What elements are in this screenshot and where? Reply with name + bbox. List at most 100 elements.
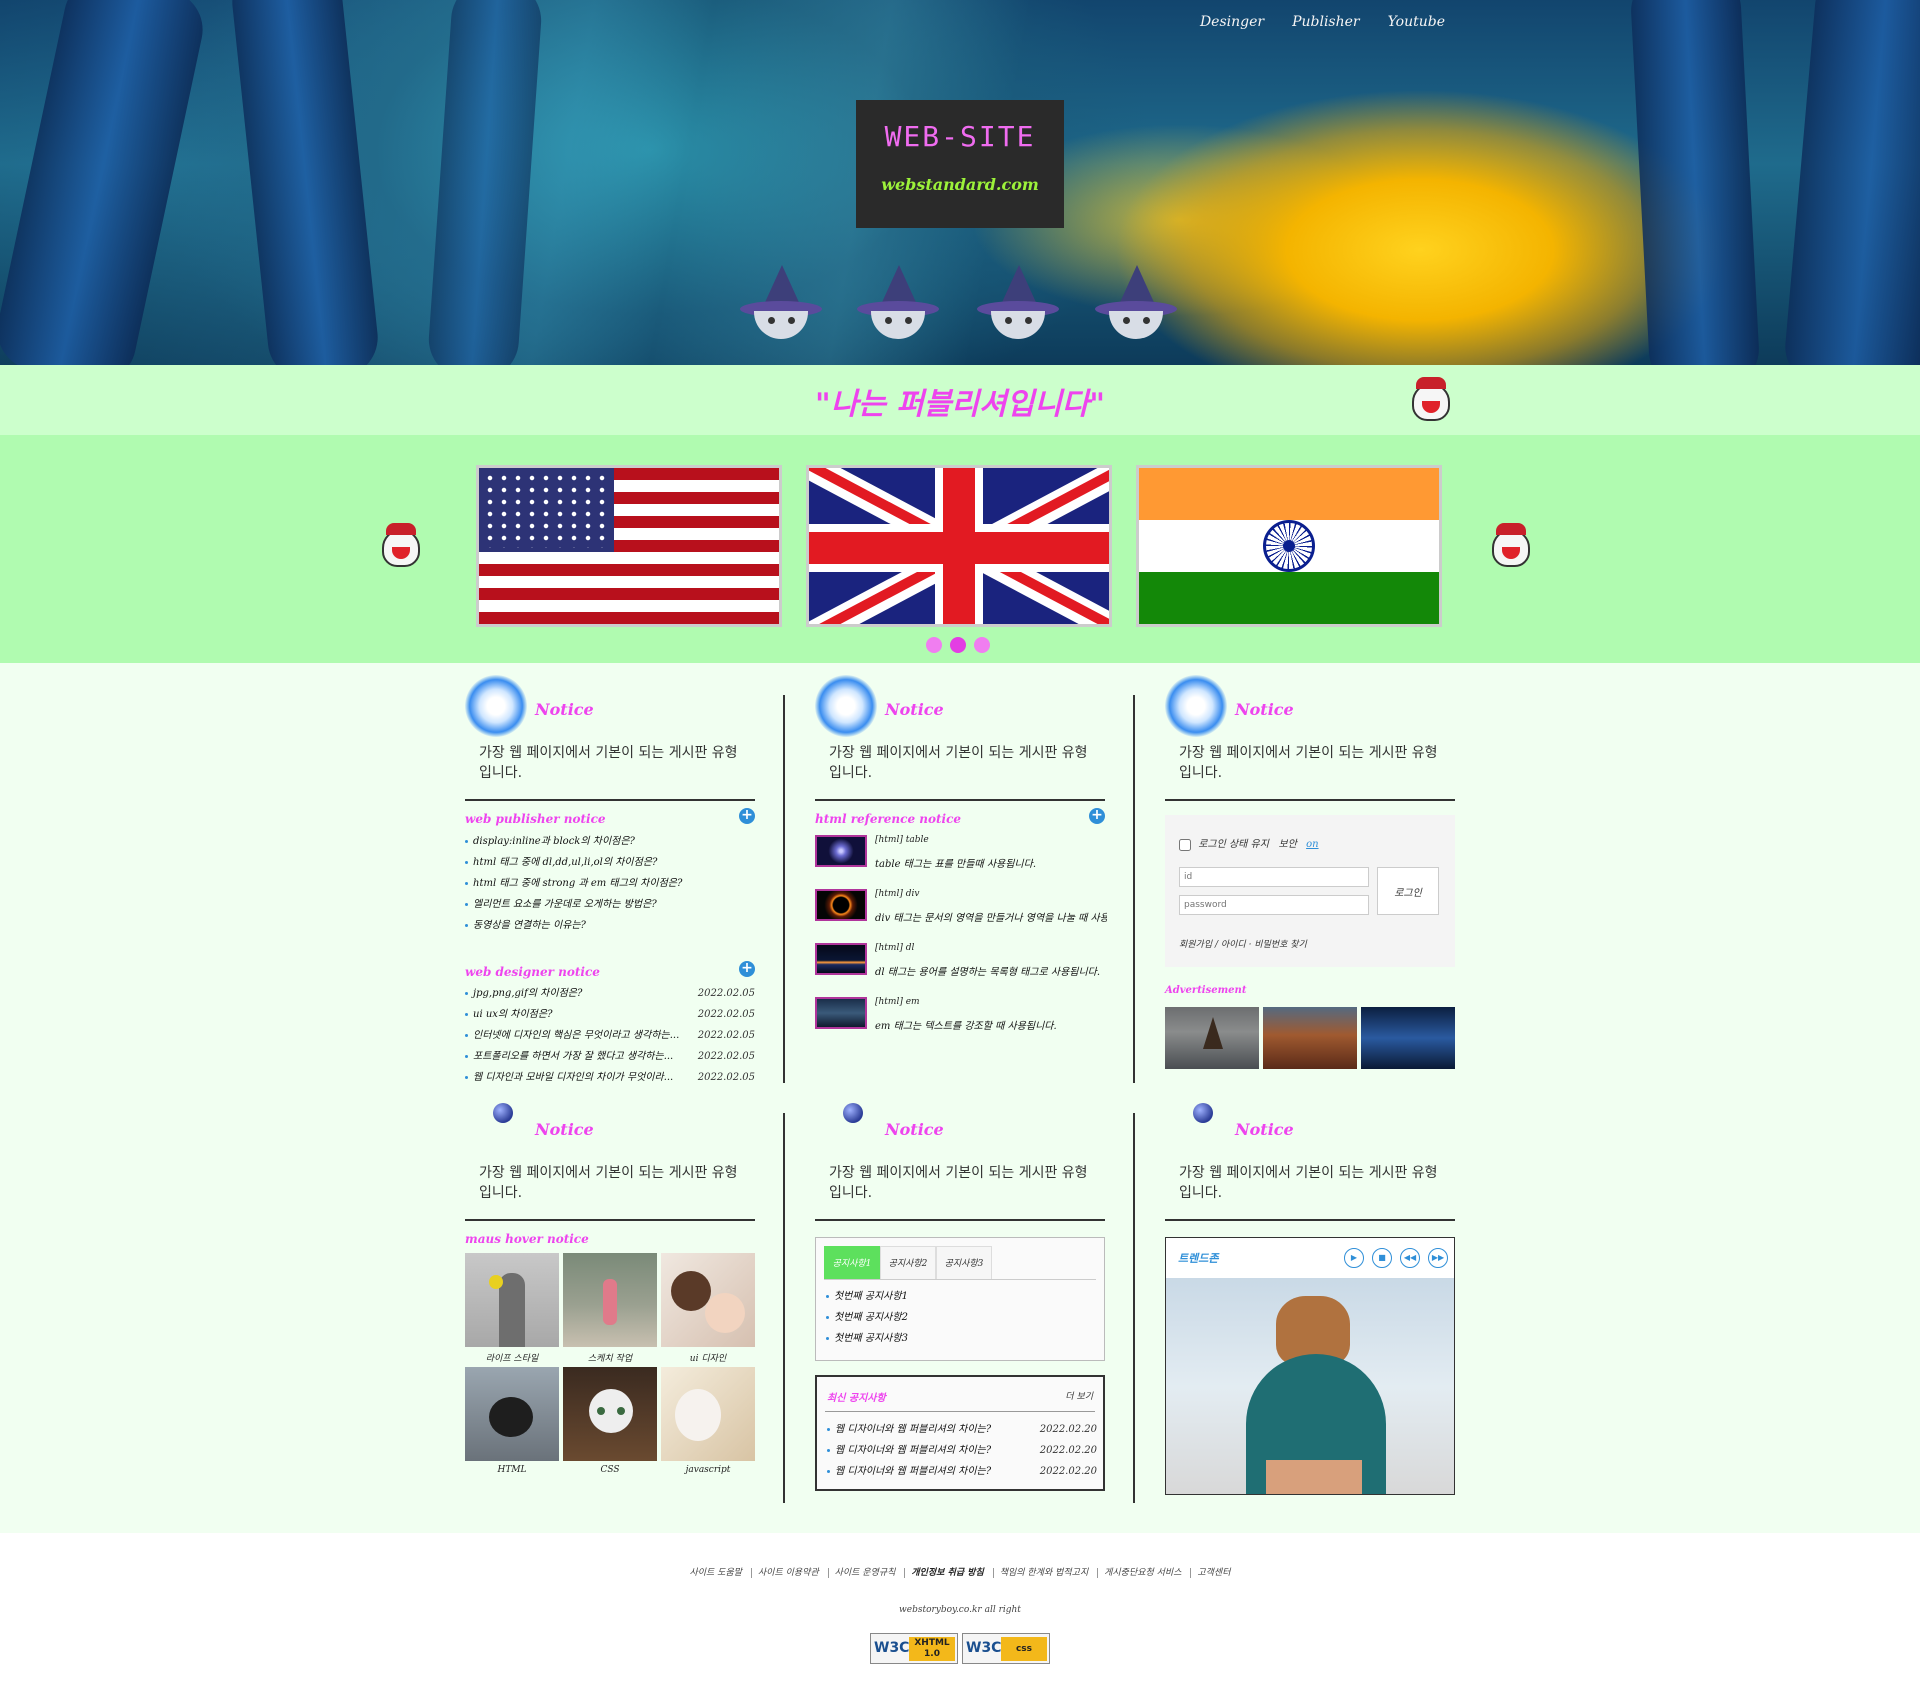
reference-item[interactable]: [html] dl dl 태그는 용어를 설명하는 목록형 태그로 사용됩니다. [815,943,1105,987]
password-input[interactable] [1179,895,1369,915]
main-navigation: Desinger Publisher Youtube [1200,14,1445,30]
photo-html[interactable] [465,1367,559,1461]
designer-notice-list: jpg,png,gif의 차이점은? 2022.02.05 ui ux의 차이점은… [465,983,755,1088]
ship-ad-image[interactable] [1165,1007,1259,1069]
footer-link[interactable]: 사이트 도움말 [683,1568,748,1578]
login-button[interactable]: 로그인 [1377,867,1439,915]
latest-notice-title: 최신 공지사항 [827,1393,886,1404]
list-item[interactable]: 포트폴리오를 하면서 가장 잘 했다고 생각하는... 2022.02.05 [465,1046,755,1067]
more-plus-icon[interactable]: + [739,961,755,977]
divider [815,1219,1105,1221]
image-slider [0,435,1920,663]
stop-icon[interactable]: ■ [1372,1248,1392,1268]
photo-caption: 라이프 스타일 [485,1354,539,1364]
list-item[interactable]: 첫번째 공지사항1 [826,1286,1096,1307]
starburst-icon [1165,675,1227,737]
reference-notice-header: html reference notice + [815,808,1105,828]
divider [1165,799,1455,801]
site-logo[interactable]: WEB-SITE webstandard.com [856,100,1064,228]
list-item[interactable]: 첫번째 공지사항3 [826,1328,1096,1349]
cliff-ad-image[interactable] [1263,1007,1357,1069]
nav-designer[interactable]: Desinger [1200,14,1264,30]
reference-desc: div 태그는 문서의 영역을 만들거나 영역을 나눌 때 사용... [875,913,1107,924]
list-item[interactable]: 첫번째 공지사항2 [826,1307,1096,1328]
player-title: 트렌드존 [1178,1252,1219,1265]
notice-heading: Notice [885,700,944,719]
list-item[interactable]: 엘리먼트 요소를 가운데로 오게하는 방법은? [465,894,755,915]
column-divider [1133,695,1135,1083]
united-states-flag[interactable] [476,465,782,627]
player-image[interactable] [1166,1278,1454,1494]
tree-trunk [228,0,382,365]
account-links[interactable]: 회원가입 / 아이디 · 비밀번호 찾기 [1179,937,1307,950]
slider-dot-3[interactable] [974,637,990,653]
list-item[interactable]: jpg,png,gif의 차이점은? 2022.02.05 [465,983,755,1004]
tab-notice-3[interactable]: 공지사항3 [936,1246,992,1280]
list-item[interactable]: html 태그 중에 dl,dd,ul,li,ol의 차이점은? [465,852,755,873]
notice-description: 가장 웹 페이지에서 기본이 되는 게시판 유형입니다. [479,1165,738,1201]
slider-dot-1[interactable] [926,637,942,653]
tree-trunk [1781,0,1920,365]
footer-link[interactable]: 사이트 운영규칙 [827,1568,902,1578]
logo-subtitle: webstandard.com [881,175,1039,194]
tab-notice-2[interactable]: 공지사항2 [880,1246,936,1280]
reference-item[interactable]: [html] div div 태그는 문서의 영역을 만들거나 영역을 나눌 때… [815,889,1107,933]
nav-youtube[interactable]: Youtube [1388,14,1445,30]
w3c-css-badge[interactable]: W3C css [962,1633,1050,1664]
photo-css[interactable] [563,1367,657,1461]
keep-login-checkbox[interactable] [1179,838,1191,851]
photo-ui-design[interactable] [661,1253,755,1347]
footer-link[interactable]: 개인정보 취급 방침 [904,1568,990,1578]
united-kingdom-flag[interactable] [806,465,1112,627]
footer-link[interactable]: 책임의 한계와 법적고지 [992,1568,1095,1578]
more-plus-icon[interactable]: + [1089,808,1105,824]
photo-lifestyle[interactable] [465,1253,559,1347]
orb-icon [843,1103,863,1123]
reference-desc: dl 태그는 용어를 설명하는 목록형 태그로 사용됩니다. [875,967,1101,978]
list-item[interactable]: 웹 디자인과 모바일 디자인의 차이가 무엇이라... 2022.02.05 [465,1067,755,1088]
reference-item[interactable]: [html] em em 태그는 텍스트를 강조할 때 사용됩니다. [815,997,1105,1041]
slogan-section: "나는 퍼블리셔입니다" [0,365,1920,435]
list-item[interactable]: 인터넷에 디자인의 핵심은 무엇이라고 생각하는... 2022.02.05 [465,1025,755,1046]
slider-dot-2[interactable] [950,637,966,653]
nav-publisher[interactable]: Publisher [1292,14,1360,30]
id-input[interactable] [1179,867,1369,887]
mascot-character [857,265,939,345]
secure-toggle[interactable]: on [1306,839,1318,850]
notice-heading: Notice [1235,1120,1294,1139]
slider-pagination [926,637,990,653]
footer-links: 사이트 도움말 사이트 이용약관 사이트 운영규칙 개인정보 취급 방침 책임의… [0,1565,1920,1578]
w3c-xhtml-badge[interactable]: W3C XHTML 1.0 [870,1633,958,1664]
india-flag[interactable] [1136,465,1442,627]
photo-sketch[interactable] [563,1253,657,1347]
slider-prev-button[interactable] [378,523,424,569]
divider [815,799,1105,801]
list-item[interactable]: 웹 디자이너와 웹 퍼블리셔의 차이는? 2022.02.20 [827,1440,1097,1461]
more-link[interactable]: 더 보기 [1065,1389,1093,1402]
list-item[interactable]: 동영상을 연결하는 이유는? [465,915,755,936]
list-item[interactable]: 웹 디자이너와 웹 퍼블리셔의 차이는? 2022.02.20 [827,1461,1097,1482]
copyright: webstoryboy.co.kr all right [899,1605,1021,1615]
slider-next-button[interactable] [1488,523,1534,569]
publisher-notice-list: display:inline과 block의 차이점은? html 태그 중에 … [465,831,755,936]
footer-link[interactable]: 사이트 이용약관 [750,1568,825,1578]
reference-tag: [html] dl [875,943,915,953]
more-plus-icon[interactable]: + [739,808,755,824]
night-sky-ad-image[interactable] [1361,1007,1455,1069]
item-date: 2022.02.05 [697,988,755,999]
prev-icon[interactable]: ◀◀ [1400,1248,1420,1268]
tab-notice-1[interactable]: 공지사항1 [824,1246,880,1280]
reference-item[interactable]: [html] table table 태그는 표를 만들때 사용됩니다. [815,835,1105,879]
list-item[interactable]: ui ux의 차이점은? 2022.02.05 [465,1004,755,1025]
footer-link[interactable]: 게시중단요청 서비스 [1097,1568,1188,1578]
list-item[interactable]: 웹 디자이너와 웹 퍼블리셔의 차이는? 2022.02.20 [827,1419,1097,1440]
photo-javascript[interactable] [661,1367,755,1461]
list-item[interactable]: display:inline과 block의 차이점은? [465,831,755,852]
divider [1165,1219,1455,1221]
play-icon[interactable]: ▶ [1344,1248,1364,1268]
list-item[interactable]: html 태그 중에 strong 과 em 태그의 차이점은? [465,873,755,894]
reference-desc: em 태그는 텍스트를 강조할 때 사용됩니다. [875,1021,1057,1032]
footer-link[interactable]: 고객센터 [1190,1568,1237,1578]
tab-content-list: 첫번째 공지사항1 첫번째 공지사항2 첫번째 공지사항3 [826,1286,1096,1349]
next-icon[interactable]: ▶▶ [1428,1248,1448,1268]
